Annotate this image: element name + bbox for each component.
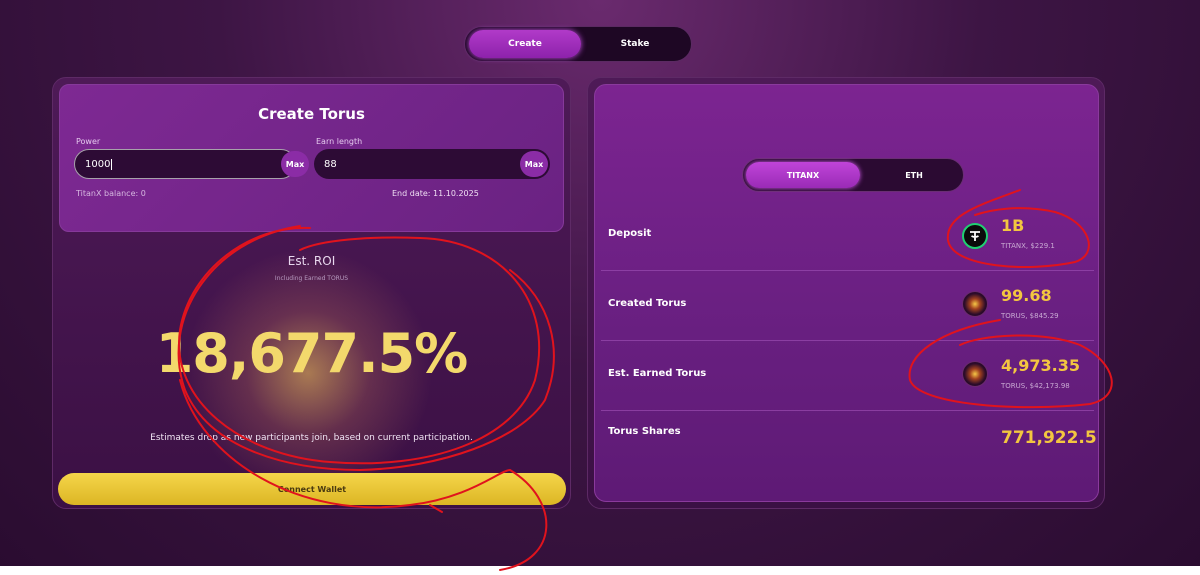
power-label: Power [76, 137, 101, 146]
torus-icon [962, 361, 988, 387]
earn-length-label: Earn length [316, 137, 363, 146]
created-torus-value: 99.68 [1001, 286, 1052, 305]
deposit-value: 1B [1001, 216, 1025, 235]
create-panel: Create Torus Power 1000 Max Earn length … [52, 77, 571, 509]
power-input[interactable]: 1000 [74, 149, 296, 179]
row-divider [601, 410, 1094, 411]
token-toggle: TITANX ETH [742, 158, 964, 192]
deposit-label: Deposit [608, 228, 652, 239]
torus-icon [962, 291, 988, 317]
end-date: End date: 11.10.2025 [392, 189, 479, 198]
token-titanx[interactable]: TITANX [746, 162, 860, 188]
create-torus-card: Create Torus Power 1000 Max Earn length … [59, 84, 564, 232]
roi-title: Est. ROI [287, 254, 336, 268]
bottom-strip [0, 566, 1200, 575]
earn-max-button[interactable]: Max [520, 151, 548, 177]
earned-torus-label: Est. Earned Torus [608, 368, 707, 379]
deposit-sub: TITANX, $229.1 [1001, 242, 1055, 250]
tab-create[interactable]: Create [469, 30, 581, 58]
power-max-button[interactable]: Max [281, 151, 309, 177]
earned-torus-sub: TORUS, $42,173.98 [1001, 382, 1070, 390]
earn-length-value: 88 [324, 158, 337, 170]
created-torus-label: Created Torus [608, 298, 687, 309]
earn-length-input[interactable]: 88 [314, 149, 550, 179]
power-input-value: 1000 [85, 158, 111, 170]
tether-icon [962, 223, 988, 249]
token-eth[interactable]: ETH [857, 162, 971, 188]
titanx-balance: TitanX balance: 0 [76, 189, 146, 198]
row-divider [601, 270, 1094, 271]
torus-shares-label: Torus Shares [608, 426, 681, 437]
summary-card: TITANX ETH Deposit 1B TITANX, $229.1 Cre… [594, 84, 1099, 502]
row-divider [601, 340, 1094, 341]
torus-shares-value: 771,922.5 [1001, 428, 1097, 448]
card-title: Create Torus [258, 105, 365, 123]
tab-stake[interactable]: Stake [579, 30, 691, 58]
roi-subtitle: Including Earned TORUS [274, 275, 349, 282]
roi-note: Estimates drop as new participants join,… [150, 433, 473, 443]
earned-torus-value: 4,973.35 [1001, 356, 1080, 375]
roi-value: 18,677.5% [155, 322, 469, 385]
summary-panel: TITANX ETH Deposit 1B TITANX, $229.1 Cre… [587, 77, 1105, 509]
mode-toggle: Create Stake [464, 26, 692, 62]
created-torus-sub: TORUS, $845.29 [1001, 312, 1059, 320]
connect-wallet-button[interactable]: Connect Wallet [58, 473, 566, 505]
